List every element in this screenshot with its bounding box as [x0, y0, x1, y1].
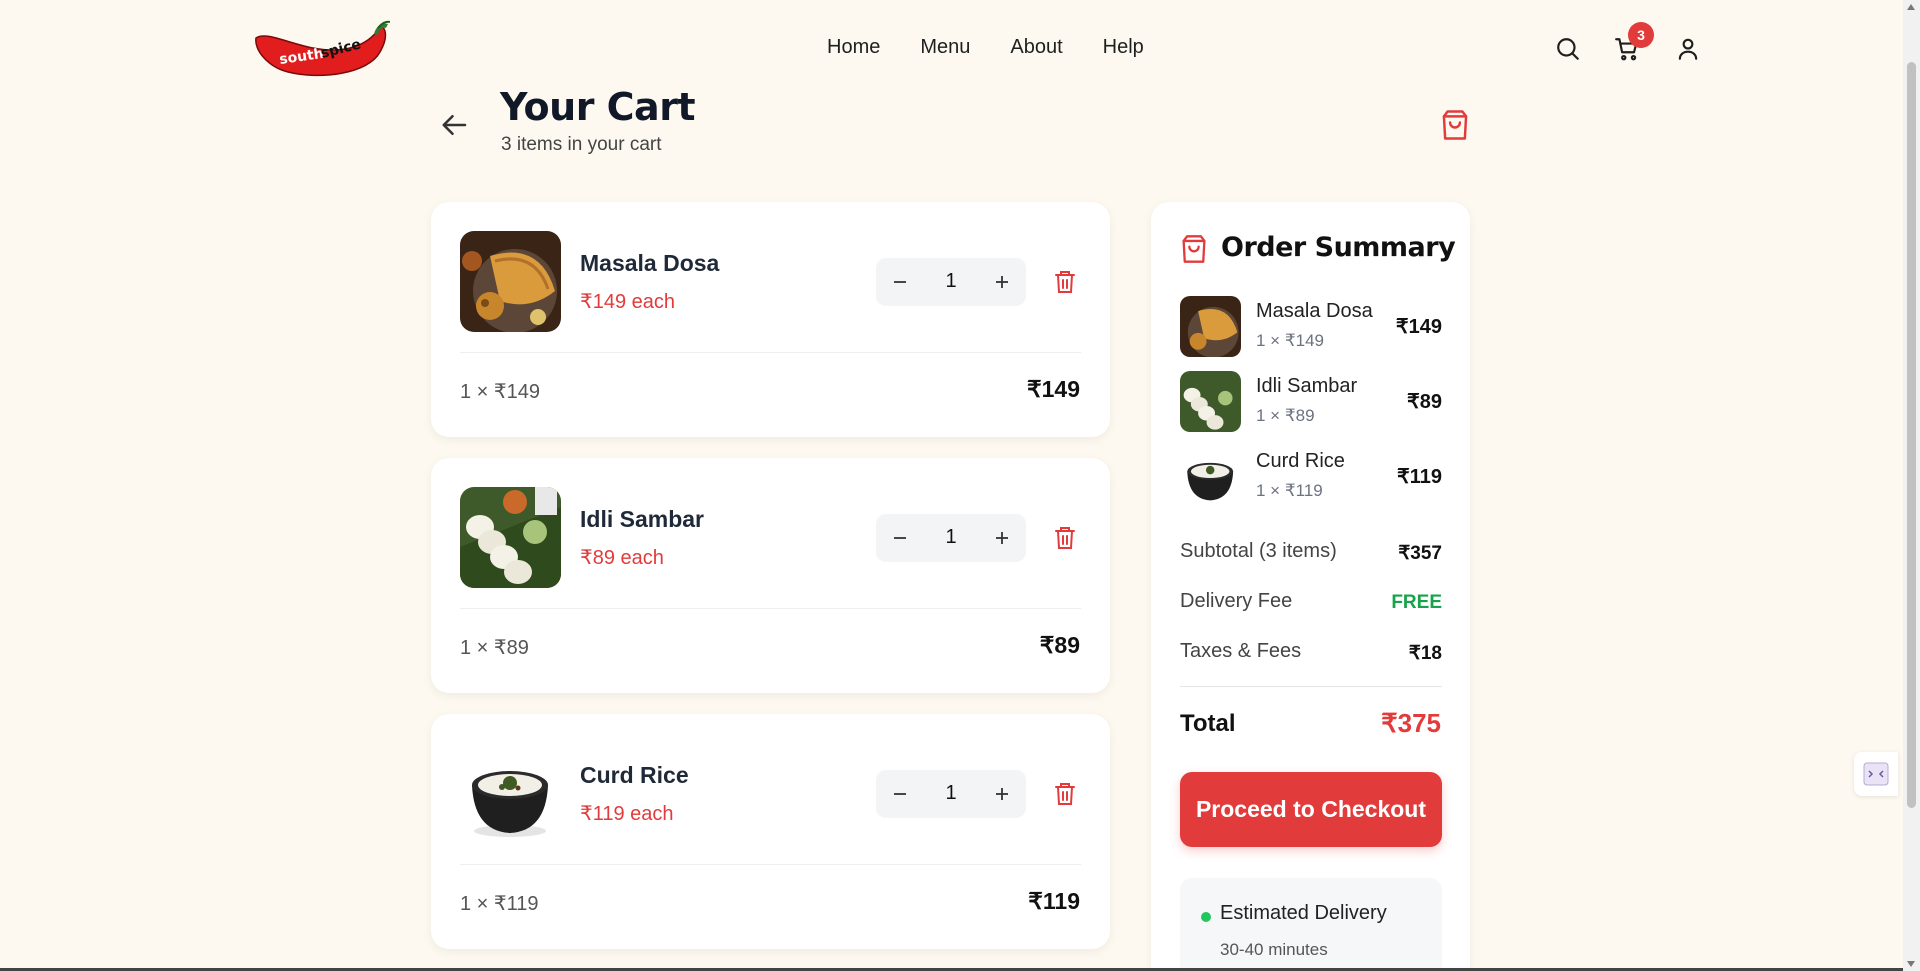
summary-item-price: ₹89 — [1407, 391, 1442, 413]
summary-item-calc: 1 × ₹149 — [1256, 331, 1325, 350]
plus-icon — [996, 788, 1008, 800]
nav-about[interactable]: About — [1010, 36, 1062, 59]
southspice-logo[interactable]: south spice — [250, 18, 390, 78]
line-calculation: 1 × ₹119 — [460, 893, 539, 915]
delivery-fee-label: Delivery Fee — [1180, 590, 1293, 612]
main-nav: Home Menu About Help — [827, 36, 1184, 59]
line-calculation: 1 × ₹89 — [460, 637, 529, 659]
nav-menu[interactable]: Menu — [920, 36, 970, 59]
minus-icon — [894, 793, 906, 795]
estimated-delivery-title: Estimated Delivery — [1220, 902, 1387, 924]
item-unit-price: ₹119 each — [580, 803, 674, 825]
scroll-up-arrow[interactable] — [1907, 4, 1915, 10]
delivery-fee-value: FREE — [1391, 592, 1442, 613]
quantity-stepper: 1 — [876, 258, 1026, 306]
quantity-value: 1 — [945, 270, 957, 292]
summary-item-price: ₹119 — [1397, 466, 1442, 488]
curd-rice-thumbnail — [1180, 446, 1241, 507]
page-subtitle: 3 items in your cart — [501, 134, 662, 155]
item-name: Masala Dosa — [580, 250, 720, 276]
floating-widget-button[interactable] — [1854, 752, 1898, 796]
subtotal-row: Subtotal (3 items) ₹357 — [1180, 540, 1442, 564]
estimated-delivery-time: 30-40 minutes — [1220, 940, 1328, 959]
summary-item: Masala Dosa 1 × ₹149 ₹149 — [1180, 296, 1442, 358]
summary-item-name: Idli Sambar — [1256, 375, 1358, 397]
quantity-stepper: 1 — [876, 514, 1026, 562]
increase-quantity-button[interactable] — [978, 770, 1026, 818]
order-summary-title: Order Summary — [1221, 232, 1456, 263]
nav-help[interactable]: Help — [1103, 36, 1144, 59]
card-divider — [460, 864, 1081, 865]
status-dot — [1201, 912, 1211, 922]
summary-item-name: Curd Rice — [1256, 450, 1345, 472]
plus-icon — [996, 532, 1008, 544]
masala-dosa-image — [460, 231, 561, 332]
taxes-label: Taxes & Fees — [1180, 640, 1302, 662]
cart-item-card: Idli Sambar ₹89 each 1 1 × ₹89 ₹89 — [431, 458, 1110, 693]
line-total: ₹149 — [1026, 376, 1080, 402]
idli-sambar-thumbnail — [1180, 371, 1241, 432]
cart-item-card: Curd Rice ₹119 each 1 1 × ₹119 ₹119 — [431, 714, 1110, 949]
widget-icon — [1863, 762, 1889, 786]
increase-quantity-button[interactable] — [978, 514, 1026, 562]
line-total: ₹119 — [1028, 888, 1080, 914]
order-summary-panel: Order Summary Masala Dosa 1 × ₹149 ₹149 — [1151, 202, 1470, 971]
total-value: ₹375 — [1381, 708, 1441, 738]
vertical-scrollbar[interactable] — [1903, 0, 1920, 971]
nav-home[interactable]: Home — [827, 36, 880, 59]
scroll-down-arrow[interactable] — [1907, 961, 1915, 967]
shopping-bag-icon — [1442, 110, 1468, 140]
subtotal-value: ₹357 — [1398, 543, 1442, 564]
trash-icon[interactable] — [1053, 269, 1077, 295]
summary-item-price: ₹149 — [1395, 316, 1442, 338]
item-name: Curd Rice — [580, 762, 689, 788]
summary-item-name: Masala Dosa — [1256, 300, 1373, 322]
cart-item-card: Masala Dosa ₹149 each 1 1 × ₹149 ₹149 — [431, 202, 1110, 437]
minus-icon — [894, 537, 906, 539]
subtotal-label: Subtotal (3 items) — [1180, 540, 1337, 562]
card-divider — [460, 608, 1081, 609]
trash-icon[interactable] — [1053, 525, 1077, 551]
card-divider — [460, 352, 1081, 353]
scroll-thumb[interactable] — [1907, 62, 1916, 808]
quantity-value: 1 — [945, 782, 957, 804]
decrease-quantity-button[interactable] — [876, 770, 924, 818]
item-unit-price: ₹89 each — [580, 547, 664, 569]
item-name: Idli Sambar — [580, 506, 704, 532]
item-unit-price: ₹149 each — [580, 291, 676, 313]
plus-icon — [996, 276, 1008, 288]
quantity-value: 1 — [945, 526, 957, 548]
back-arrow-icon[interactable] — [440, 110, 470, 140]
shopping-bag-icon — [1182, 235, 1206, 263]
decrease-quantity-button[interactable] — [876, 258, 924, 306]
search-icon[interactable] — [1555, 36, 1581, 62]
minus-icon — [894, 281, 906, 283]
idli-sambar-image — [460, 487, 561, 588]
summary-item-calc: 1 × ₹119 — [1256, 481, 1323, 500]
increase-quantity-button[interactable] — [978, 258, 1026, 306]
summary-item: Curd Rice 1 × ₹119 ₹119 — [1180, 446, 1442, 508]
user-icon[interactable] — [1675, 36, 1701, 62]
taxes-row: Taxes & Fees ₹18 — [1180, 640, 1442, 664]
taxes-value: ₹18 — [1408, 643, 1442, 664]
line-total: ₹89 — [1039, 632, 1080, 658]
summary-divider — [1180, 686, 1442, 687]
cart-count-badge: 3 — [1628, 22, 1654, 48]
decrease-quantity-button[interactable] — [876, 514, 924, 562]
estimated-delivery-box: Estimated Delivery 30-40 minutes — [1180, 878, 1442, 971]
line-calculation: 1 × ₹149 — [460, 381, 541, 403]
quantity-stepper: 1 — [876, 770, 1026, 818]
summary-item: Idli Sambar 1 × ₹89 ₹89 — [1180, 371, 1442, 433]
page-title: Your Cart — [500, 85, 696, 129]
proceed-to-checkout-button[interactable]: Proceed to Checkout — [1180, 772, 1442, 847]
delivery-fee-row: Delivery Fee FREE — [1180, 590, 1442, 613]
masala-dosa-thumbnail — [1180, 296, 1241, 357]
total-label: Total — [1180, 710, 1236, 737]
summary-item-calc: 1 × ₹89 — [1256, 406, 1315, 425]
trash-icon[interactable] — [1053, 781, 1077, 807]
curd-rice-image — [460, 743, 561, 844]
